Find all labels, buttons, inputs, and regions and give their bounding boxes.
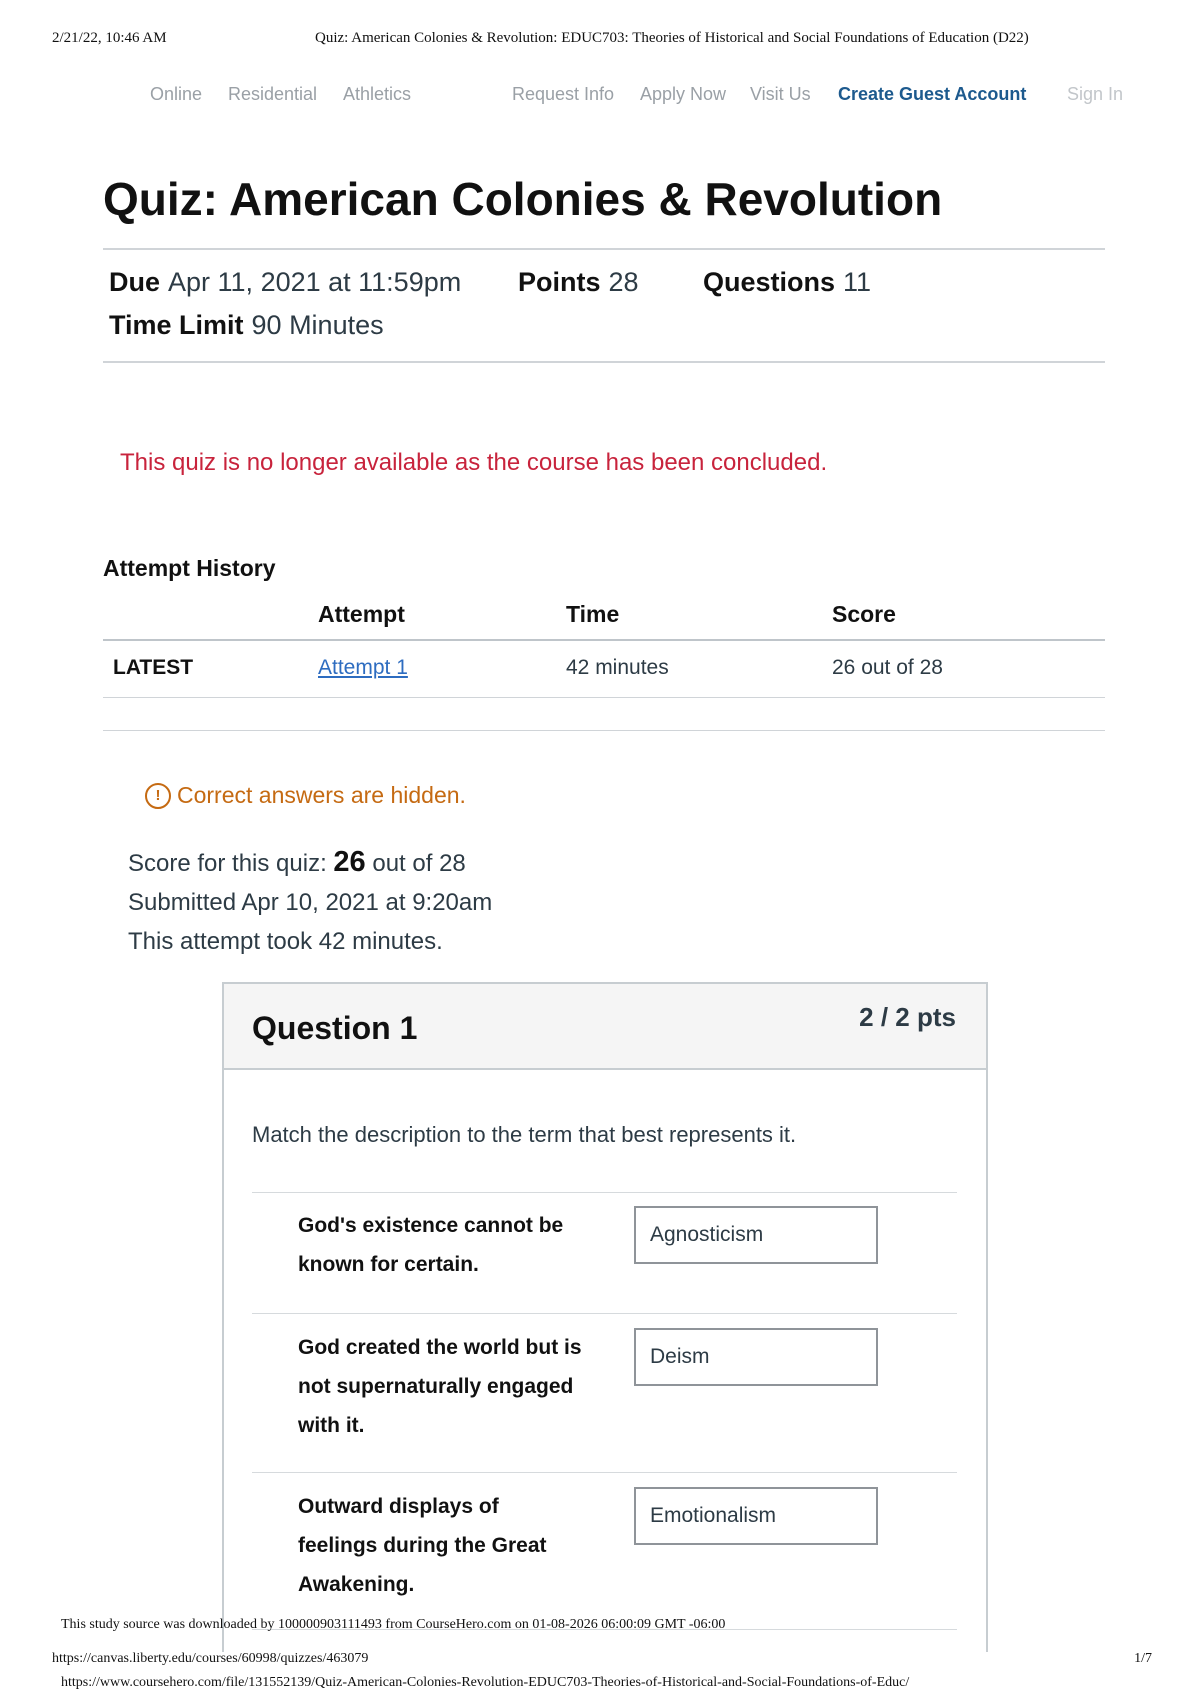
- score-summary: Score for this quiz: 26 out of 28 Submit…: [128, 843, 492, 961]
- match-description-line: feelings during the Great: [298, 1534, 547, 1557]
- attempt-row-score: 26 out of 28: [832, 656, 943, 679]
- correct-answers-hidden-notice: ! Correct answers are hidden.: [145, 782, 466, 809]
- attempt-table-bottom-divider: [103, 730, 1105, 731]
- nav-link-athletics[interactable]: Athletics: [343, 84, 411, 105]
- points-label: Points: [518, 267, 601, 297]
- questions-label: Questions: [703, 267, 836, 297]
- print-datetime: 2/21/22, 10:46 AM: [52, 30, 167, 46]
- match-description: God's existence cannot be known for cert…: [298, 1206, 588, 1284]
- nav-link-create-guest-account[interactable]: Create Guest Account: [838, 84, 1026, 105]
- title-divider: [103, 248, 1105, 250]
- column-header-score: Score: [832, 601, 896, 627]
- match-description-line: Outward displays of: [298, 1495, 499, 1518]
- column-header-time: Time: [566, 601, 620, 627]
- print-header: 2/21/22, 10:46 AM Quiz: American Colonie…: [52, 30, 1148, 54]
- duration-line: This attempt took 42 minutes.: [128, 928, 443, 955]
- score-value: 26: [333, 846, 366, 878]
- canvas-url: https://canvas.liberty.edu/courses/60998…: [52, 1651, 369, 1666]
- quiz-concluded-message: This quiz is no longer available as the …: [120, 449, 828, 476]
- match-description-line: God's existence cannot be: [298, 1214, 564, 1237]
- nav-link-online[interactable]: Online: [150, 84, 202, 105]
- coursehero-url: https://www.coursehero.com/file/13155213…: [61, 1675, 910, 1690]
- due-value: Apr 11, 2021 at 11:59pm: [168, 267, 462, 297]
- match-answer-box[interactable]: Agnosticism: [634, 1206, 878, 1264]
- nav-link-residential[interactable]: Residential: [228, 84, 317, 105]
- match-divider: [252, 1472, 957, 1473]
- attempt-table-row-divider: [103, 697, 1105, 698]
- match-divider: [252, 1192, 957, 1193]
- alert-icon: !: [145, 782, 171, 809]
- print-document-title: Quiz: American Colonies & Revolution: ED…: [315, 30, 1029, 46]
- time-limit-value: 90 Minutes: [251, 310, 384, 340]
- attempt-row-time: 42 minutes: [566, 656, 669, 679]
- match-description: God created the world but is not superna…: [298, 1328, 588, 1445]
- score-prefix: Score for this quiz:: [128, 850, 327, 877]
- attempt-1-link[interactable]: Attempt 1: [318, 656, 408, 680]
- match-description-line: not supernaturally engaged: [298, 1375, 574, 1398]
- nav-link-request-info[interactable]: Request Info: [512, 84, 614, 105]
- questions-value: 11: [843, 267, 872, 297]
- match-answer-box[interactable]: Emotionalism: [634, 1487, 878, 1545]
- quiz-due: Due Apr 11, 2021 at 11:59pm: [109, 267, 461, 298]
- match-divider: [252, 1313, 957, 1314]
- quiz-questions: Questions 11: [703, 267, 871, 298]
- match-description: Outward displays of feelings during the …: [298, 1487, 588, 1604]
- question-points: 2 / 2 pts: [859, 1002, 956, 1032]
- column-header-attempt: Attempt: [318, 601, 405, 627]
- points-value: 28: [608, 267, 639, 297]
- due-label: Due: [109, 267, 161, 297]
- quiz-points: Points 28: [518, 267, 639, 298]
- quiz-time-limit: Time Limit 90 Minutes: [109, 310, 384, 341]
- submitted-line: Submitted Apr 10, 2021 at 9:20am: [128, 889, 493, 916]
- page-number: 1/7: [1134, 1651, 1152, 1666]
- details-divider: [103, 361, 1105, 363]
- attempt-history-heading: Attempt History: [103, 555, 276, 581]
- score-suffix: out of 28: [372, 850, 466, 877]
- score-line: Score for this quiz: 26 out of 28: [128, 843, 492, 883]
- time-limit-label: Time Limit: [109, 310, 244, 340]
- page-title: Quiz: American Colonies & Revolution: [103, 173, 943, 225]
- question-prompt: Match the description to the term that b…: [252, 1122, 797, 1147]
- match-answer-box[interactable]: Deism: [634, 1328, 878, 1386]
- nav-link-visit-us[interactable]: Visit Us: [750, 84, 811, 105]
- attempt-row-tag: LATEST: [113, 656, 194, 679]
- download-watermark: This study source was downloaded by 1000…: [61, 1617, 726, 1632]
- attempt-table-header-divider: [103, 639, 1105, 641]
- question-card: Question 1 2 / 2 pts Match the descripti…: [222, 982, 988, 1652]
- match-description-line: known for certain.: [298, 1253, 479, 1276]
- top-nav: Online Residential Athletics Request Inf…: [0, 84, 1200, 110]
- match-description-line: Awakening.: [298, 1573, 415, 1596]
- question-title: Question 1: [252, 1010, 418, 1046]
- nav-link-apply-now[interactable]: Apply Now: [640, 84, 726, 105]
- nav-link-sign-in[interactable]: Sign In: [1067, 84, 1123, 105]
- hidden-notice-text: Correct answers are hidden.: [177, 782, 466, 808]
- match-description-line: God created the world but is: [298, 1336, 582, 1359]
- match-description-line: with it.: [298, 1414, 365, 1437]
- question-header: Question 1 2 / 2 pts: [224, 984, 986, 1070]
